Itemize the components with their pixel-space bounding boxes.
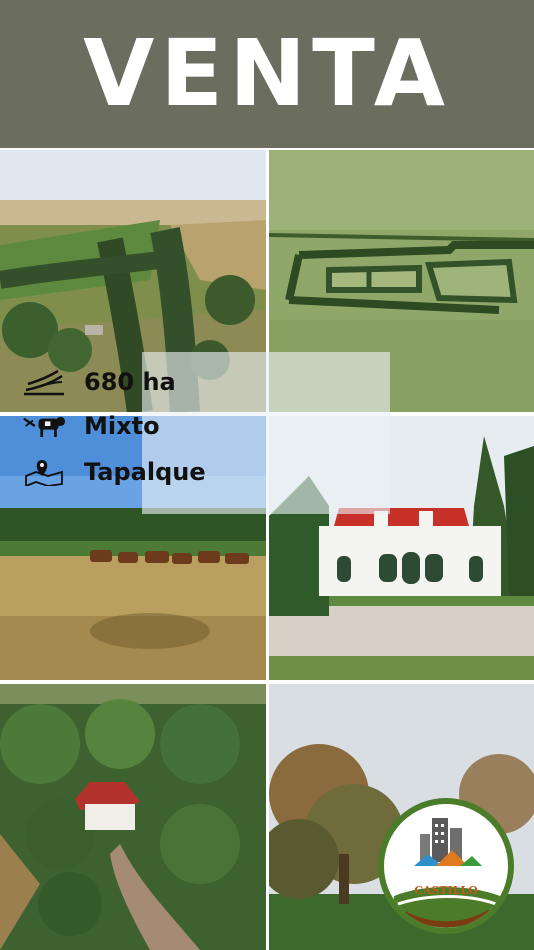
aerial-house-photo [0, 684, 266, 950]
map-pin-icon [22, 458, 66, 486]
area-row: 680 ha [22, 368, 176, 396]
type-text: Mixto [84, 412, 160, 440]
page-title: VENTA [83, 20, 451, 127]
details-panel [142, 352, 390, 514]
location-row: Tapalque [22, 458, 206, 486]
location-text: Tapalque [84, 458, 206, 486]
cow-icon [22, 412, 66, 440]
castillo-logo: CASTILLO [378, 798, 514, 934]
field-icon [22, 368, 66, 396]
type-row: Mixto [22, 412, 160, 440]
area-text: 680 ha [84, 368, 176, 396]
header-banner: VENTA [0, 0, 534, 148]
logo-text: CASTILLO [414, 884, 478, 897]
